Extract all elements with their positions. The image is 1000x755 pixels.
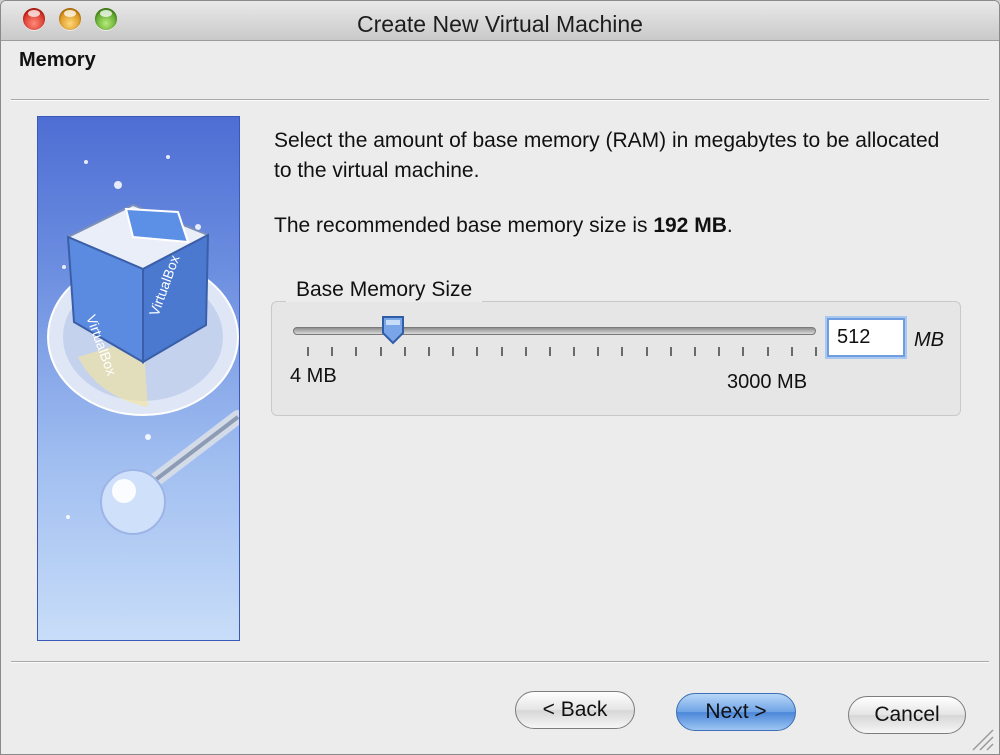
slider-tick — [645, 347, 648, 356]
slider-tick — [669, 347, 672, 356]
slider-tick — [766, 347, 769, 356]
base-memory-group-label: Base Memory Size — [286, 278, 483, 302]
slider-tick — [597, 347, 600, 356]
memory-slider-track[interactable] — [293, 327, 816, 335]
recommended-suffix: . — [726, 214, 733, 237]
back-button[interactable]: < Back — [515, 691, 635, 729]
dialog-window: Create New Virtual Machine Memory Virtua… — [0, 0, 1000, 755]
slider-tick — [742, 347, 745, 356]
recommended-memory-text: The recommended base memory size is 192 … — [274, 214, 733, 238]
header-divider — [11, 99, 989, 101]
slider-tick — [815, 347, 817, 356]
slider-tick — [694, 347, 697, 356]
memory-unit-label: MB — [914, 329, 944, 351]
recommended-prefix: The recommended base memory size is — [274, 214, 648, 237]
slider-tick — [307, 347, 309, 356]
slider-tick — [548, 347, 551, 356]
page-title: Memory — [19, 49, 96, 71]
slider-thumb-icon[interactable] — [381, 315, 405, 345]
slider-tick — [790, 347, 793, 356]
next-button[interactable]: Next > — [676, 693, 796, 731]
slider-tick — [379, 347, 382, 356]
slider-tick — [524, 347, 527, 356]
slider-tick — [621, 347, 624, 356]
slider-tick — [718, 347, 721, 356]
memory-size-input[interactable] — [827, 318, 905, 357]
slider-tick — [476, 347, 479, 356]
window-title: Create New Virtual Machine — [357, 11, 643, 37]
slider-max-label: 3000 MB — [727, 371, 808, 393]
resize-grip-icon[interactable] — [965, 728, 995, 752]
footer-divider — [11, 661, 989, 663]
virtualbox-logo-icon: VirtualBox VirtualBox — [37, 116, 240, 641]
slider-tick — [355, 347, 358, 356]
slider-tick — [403, 347, 406, 356]
slider-tick — [331, 347, 334, 356]
slider-tick — [452, 347, 455, 356]
slider-min-label: 4 MB — [290, 365, 337, 387]
slider-tick — [500, 347, 503, 356]
slider-tick — [573, 347, 576, 356]
page-header: Memory — [1, 41, 999, 101]
description-text: Select the amount of base memory (RAM) i… — [274, 129, 940, 182]
title-bar[interactable]: Create New Virtual Machine — [1, 1, 999, 41]
slider-tick — [427, 347, 430, 356]
cancel-button[interactable]: Cancel — [848, 696, 966, 734]
recommended-value: 192 MB — [653, 214, 727, 237]
slider-ticks — [307, 347, 817, 359]
